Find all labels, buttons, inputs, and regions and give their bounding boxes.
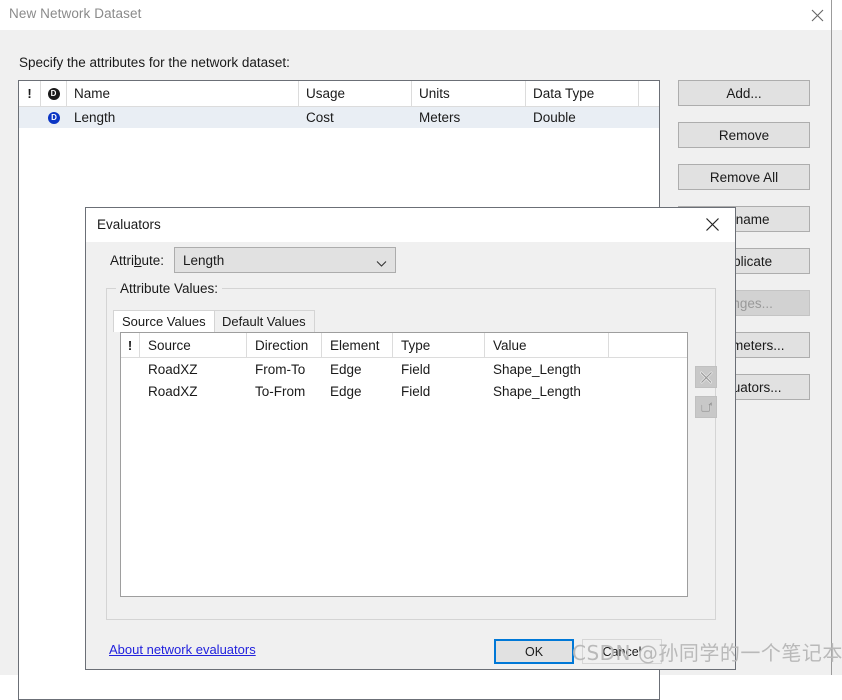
column-header-type: Type <box>393 333 485 357</box>
paint-bucket-icon <box>695 396 717 418</box>
crossed-tools-icon <box>695 366 717 388</box>
table-row[interactable]: RoadXZ From-To Edge Field Shape_Length <box>121 358 687 380</box>
column-header-warning: ! <box>121 333 140 357</box>
background-window-edge <box>831 0 832 675</box>
close-icon[interactable] <box>693 211 731 238</box>
cell-default-marker: D <box>41 107 67 128</box>
cell-direction: To-From <box>255 383 306 399</box>
remove-button[interactable]: Remove <box>678 122 810 148</box>
cell-element: Edge <box>330 383 362 399</box>
evaluators-dialog: Evaluators Attribute: Length Attribute V… <box>85 207 736 670</box>
cell-source: RoadXZ <box>148 383 198 399</box>
attribute-dropdown[interactable]: Length <box>174 247 396 273</box>
tab-source-values[interactable]: Source Values <box>113 310 215 332</box>
column-header-direction: Direction <box>247 333 322 357</box>
attribute-dropdown-value: Length <box>183 252 225 268</box>
exclamation-icon: ! <box>27 86 32 101</box>
base-window-title: New Network Dataset <box>9 6 142 21</box>
page-title: Specify the attributes for the network d… <box>19 55 290 70</box>
cell-warning <box>121 358 140 380</box>
add-button[interactable]: Add... <box>678 80 810 106</box>
cell-direction: From-To <box>255 361 306 377</box>
ok-button[interactable]: OK <box>494 639 574 664</box>
attribute-values-legend: Attribute Values: <box>116 281 223 296</box>
cell-value: Shape_Length <box>493 383 581 399</box>
remove-all-button[interactable]: Remove All <box>678 164 810 190</box>
column-header-warning: ! <box>19 81 41 106</box>
attribute-values-tabs: Source Values Default Values <box>113 310 709 332</box>
column-header-usage: Usage <box>299 81 412 106</box>
column-header-data-type: Data Type <box>526 81 639 106</box>
table-row[interactable]: D Length Cost Meters Double <box>19 107 659 128</box>
attribute-selector-row: Attribute: Length <box>86 242 735 278</box>
base-window-titlebar: New Network Dataset <box>0 0 842 31</box>
cell-extra <box>609 380 687 402</box>
column-header-source: Source <box>140 333 247 357</box>
column-header-value: Value <box>485 333 609 357</box>
cell-data-type: Double <box>533 110 576 125</box>
cell-type: Field <box>401 361 431 377</box>
about-network-evaluators-link[interactable]: About network evaluators <box>109 642 256 657</box>
column-header-element: Element <box>322 333 393 357</box>
evaluators-dialog-title: Evaluators <box>97 217 161 232</box>
evaluators-table[interactable]: ! Source Direction Element Type Value Ro… <box>120 332 688 597</box>
cell-units: Meters <box>419 110 461 125</box>
cell-extra <box>609 358 687 380</box>
attribute-label-pre: Attri <box>110 253 135 268</box>
cell-warning <box>19 107 41 128</box>
tab-default-values[interactable]: Default Values <box>213 310 315 332</box>
cell-name: Length <box>74 110 116 125</box>
column-header-name: Name <box>67 81 299 106</box>
exclamation-icon: ! <box>127 337 133 353</box>
evaluators-titlebar: Evaluators <box>86 208 735 242</box>
cell-usage: Cost <box>306 110 334 125</box>
attribute-label-mnemonic: b <box>134 253 142 268</box>
attribute-label: Attribute: <box>110 253 164 268</box>
cell-element: Edge <box>330 361 362 377</box>
cell-value: Shape_Length <box>493 361 581 377</box>
close-icon[interactable] <box>800 3 834 27</box>
table-header-row: ! Source Direction Element Type Value <box>121 333 687 358</box>
chevron-down-icon <box>376 256 387 271</box>
cell-source: RoadXZ <box>148 361 198 377</box>
column-header-units: Units <box>412 81 526 106</box>
default-marker-icon: D <box>47 87 60 100</box>
column-header-extra <box>609 333 687 357</box>
table-header-row: ! D Name Usage Units Data Type <box>19 81 659 107</box>
attribute-label-post: ute: <box>141 253 165 268</box>
table-row[interactable]: RoadXZ To-From Edge Field Shape_Length <box>121 380 687 402</box>
default-marker-icon: D <box>48 111 60 124</box>
cell-warning <box>121 380 140 402</box>
cell-type: Field <box>401 383 431 399</box>
cancel-button[interactable]: Cancel <box>582 639 662 664</box>
column-header-default: D <box>41 81 67 106</box>
